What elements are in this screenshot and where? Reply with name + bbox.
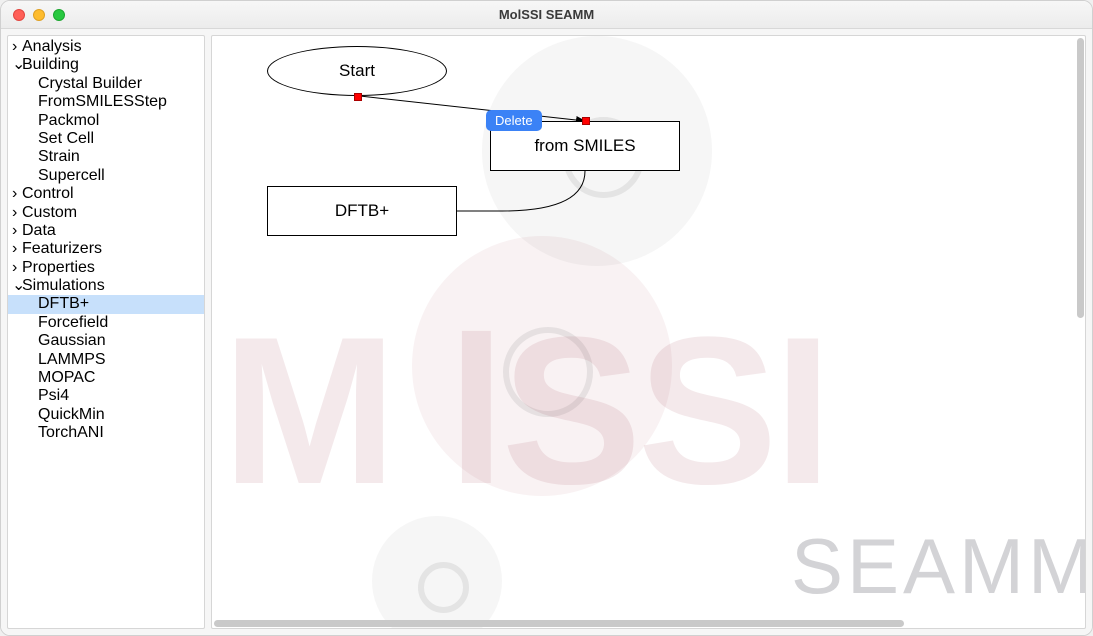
chevron-down-icon[interactable]: ⌄ — [12, 56, 22, 74]
tree-item-quickmin[interactable]: QuickMin — [8, 406, 204, 424]
tree-item-label: Set Cell — [38, 130, 94, 147]
chevron-down-icon[interactable]: ⌄ — [12, 277, 22, 295]
connection-anchor[interactable] — [354, 93, 362, 101]
chevron-right-icon[interactable]: › — [12, 204, 22, 222]
tree-item-label: Data — [22, 222, 56, 239]
chevron-right-icon[interactable]: › — [12, 240, 22, 258]
flowchart-canvas[interactable]: M lSSI SEAMM Start — [212, 36, 1086, 629]
connection-anchor[interactable] — [582, 117, 590, 125]
tree-item-mopac[interactable]: MOPAC — [8, 369, 204, 387]
tree-item-lammps[interactable]: LAMMPS — [8, 351, 204, 369]
horizontal-scrollbar[interactable] — [214, 620, 904, 627]
tree-item-label: Custom — [22, 204, 77, 221]
tree-item-dftb-[interactable]: DFTB+ — [8, 295, 204, 313]
tree-item-analysis[interactable]: ›Analysis — [8, 38, 204, 56]
tree-item-featurizers[interactable]: ›Featurizers — [8, 240, 204, 258]
node-label: from SMILES — [534, 136, 635, 156]
node-label: Start — [339, 61, 375, 81]
tree-item-label: Simulations — [22, 277, 105, 294]
tree-item-building[interactable]: ⌄Building — [8, 56, 204, 74]
tree-item-supercell[interactable]: Supercell — [8, 167, 204, 185]
tree-item-label: Crystal Builder — [38, 75, 142, 92]
tree-item-label: Featurizers — [22, 240, 102, 257]
gear-icon — [372, 516, 502, 629]
tree-item-label: Gaussian — [38, 332, 106, 349]
tree-item-label: QuickMin — [38, 406, 105, 423]
tree-item-set-cell[interactable]: Set Cell — [8, 130, 204, 148]
vertical-scrollbar[interactable] — [1077, 38, 1084, 318]
tree-item-psi4[interactable]: Psi4 — [8, 387, 204, 405]
tree-item-label: Properties — [22, 259, 95, 276]
tree-item-control[interactable]: ›Control — [8, 185, 204, 203]
tree-item-fromsmilesstep[interactable]: FromSMILESStep — [8, 93, 204, 111]
tree-item-properties[interactable]: ›Properties — [8, 259, 204, 277]
tree-item-label: Forcefield — [38, 314, 108, 331]
tree-item-gaussian[interactable]: Gaussian — [8, 332, 204, 350]
tree-item-label: DFTB+ — [38, 295, 89, 312]
tree-item-torchani[interactable]: TorchANI — [8, 424, 204, 442]
tree-item-label: Strain — [38, 148, 80, 165]
tree-item-strain[interactable]: Strain — [8, 148, 204, 166]
tree-item-label: FromSMILESStep — [38, 93, 167, 110]
content-area: ›Analysis⌄BuildingCrystal BuilderFromSMI… — [1, 29, 1092, 635]
tree-item-forcefield[interactable]: Forcefield — [8, 314, 204, 332]
tree-item-label: Control — [22, 185, 74, 202]
delete-button[interactable]: Delete — [486, 110, 542, 131]
chevron-right-icon[interactable]: › — [12, 185, 22, 203]
gear-icon — [412, 236, 672, 496]
node-start[interactable]: Start — [267, 46, 447, 96]
watermark-text: M lSSI — [222, 290, 828, 532]
tree-item-simulations[interactable]: ⌄Simulations — [8, 277, 204, 295]
tree-item-packmol[interactable]: Packmol — [8, 112, 204, 130]
chevron-right-icon[interactable]: › — [12, 222, 22, 240]
tree-item-label: Analysis — [22, 38, 82, 55]
tree-item-label: MOPAC — [38, 369, 95, 386]
tree-item-label: Supercell — [38, 167, 105, 184]
tree-item-data[interactable]: ›Data — [8, 222, 204, 240]
chevron-right-icon[interactable]: › — [12, 259, 22, 277]
close-icon[interactable] — [13, 9, 25, 21]
app-window: MolSSI SEAMM ›Analysis⌄BuildingCrystal B… — [0, 0, 1093, 636]
titlebar[interactable]: MolSSI SEAMM — [1, 1, 1092, 29]
watermark-text: SEAMM — [791, 521, 1086, 612]
tree-item-crystal-builder[interactable]: Crystal Builder — [8, 75, 204, 93]
tree-item-custom[interactable]: ›Custom — [8, 204, 204, 222]
sidebar-tree[interactable]: ›Analysis⌄BuildingCrystal BuilderFromSMI… — [7, 35, 205, 629]
tree-item-label: Building — [22, 56, 79, 73]
tree-item-label: Packmol — [38, 112, 99, 129]
tree-item-label: TorchANI — [38, 424, 104, 441]
node-dftb-plus[interactable]: DFTB+ — [267, 186, 457, 236]
maximize-icon[interactable] — [53, 9, 65, 21]
delete-label: Delete — [495, 113, 533, 128]
tree-item-label: Psi4 — [38, 387, 69, 404]
minimize-icon[interactable] — [33, 9, 45, 21]
node-label: DFTB+ — [335, 201, 389, 221]
window-title: MolSSI SEAMM — [1, 7, 1092, 22]
tree-item-label: LAMMPS — [38, 351, 106, 368]
chevron-right-icon[interactable]: › — [12, 38, 22, 56]
window-controls — [1, 9, 65, 21]
canvas-wrap: M lSSI SEAMM Start — [211, 35, 1086, 629]
